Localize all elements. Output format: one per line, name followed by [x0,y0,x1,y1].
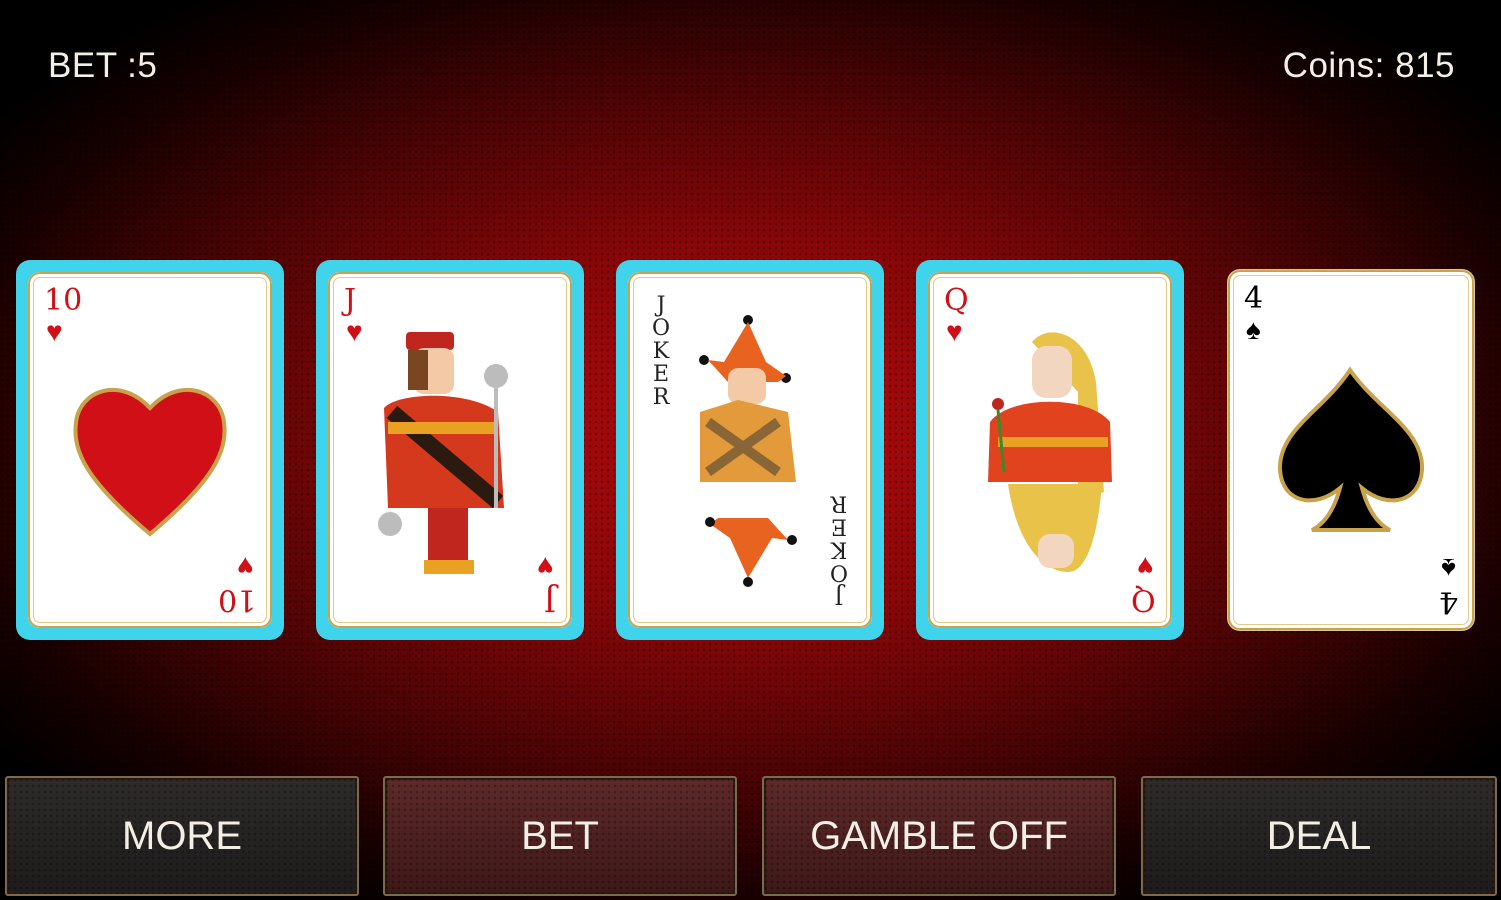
spade-icon: ♠ [1441,553,1456,584]
jack-figure-icon [378,332,508,574]
gamble-toggle-button[interactable]: GAMBLE OFF [762,776,1116,896]
card-slot-2[interactable]: J ♥ ♥ J [316,260,584,640]
card-slot-5[interactable]: 4 ♠ ♠ 4 [1218,260,1486,640]
heart-icon: ♥ [537,551,554,582]
gamble-button-label: GAMBLE OFF [810,813,1068,858]
more-button[interactable]: MORE [5,776,359,896]
card-slot-3[interactable]: JOKER JOKER [616,260,884,640]
bet-display: BET :5 [48,46,158,85]
coins-display: Coins: 815 [1282,46,1455,85]
card-slot-4[interactable]: Q ♥ ♥ Q [916,260,1184,640]
card-joker[interactable]: JOKER JOKER [628,272,872,628]
deal-button[interactable]: DEAL [1141,776,1497,896]
deal-button-label: DEAL [1266,813,1372,858]
card-slot-1[interactable]: 10 ♥ ♥ 10 [16,260,284,640]
spade-icon [1277,366,1425,532]
card-rank: 10 [217,582,256,617]
card-rank: 4 [1438,584,1458,619]
card-four-of-spades[interactable]: 4 ♠ ♠ 4 [1228,270,1474,630]
heart-icon: ♥ [237,551,254,582]
queen-figure-icon [988,332,1112,572]
card-queen-of-hearts[interactable]: Q ♥ ♥ Q [928,272,1172,628]
bet-button-label: BET [521,813,599,858]
card-ten-of-hearts[interactable]: 10 ♥ ♥ 10 [28,272,272,628]
more-button-label: MORE [122,813,242,858]
joker-label: JOKER [829,489,849,607]
heart-icon: ♥ [1137,551,1154,582]
heart-icon [73,387,227,537]
card-jack-of-hearts[interactable]: J ♥ ♥ J [328,272,572,628]
card-rank: Q [1131,582,1156,617]
card-rank: J [543,582,556,617]
bet-button[interactable]: BET [383,776,737,896]
